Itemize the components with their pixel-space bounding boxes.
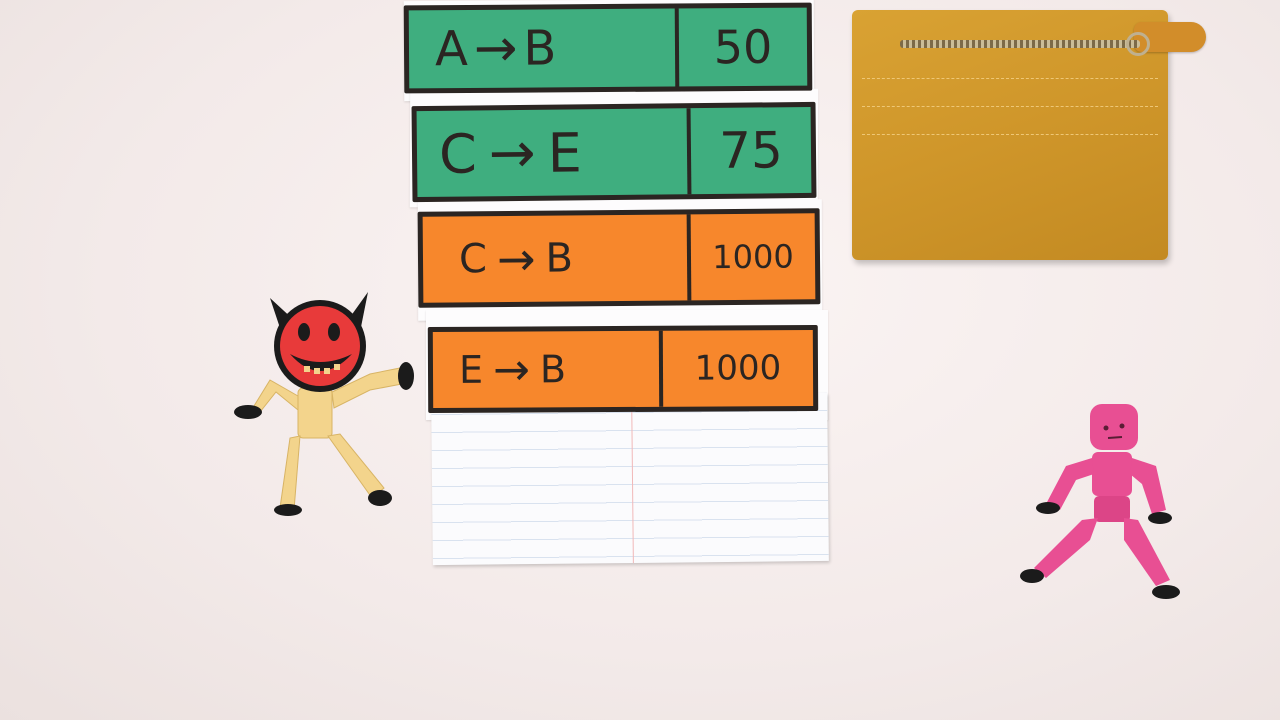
transaction-strip: C → B 1000 bbox=[417, 208, 821, 308]
transaction-amount: 1000 bbox=[712, 237, 794, 277]
transaction-strip: E → B 1000 bbox=[427, 324, 819, 414]
wallet bbox=[852, 10, 1206, 260]
route-arrow: → bbox=[488, 120, 536, 186]
index-card-stack bbox=[431, 392, 829, 566]
route-from: C bbox=[458, 236, 488, 283]
route-from: C bbox=[438, 121, 478, 186]
wallet-pocket-seam bbox=[862, 106, 1158, 107]
zipper bbox=[900, 40, 1140, 48]
devil-figure bbox=[230, 288, 420, 528]
pink-figure-drawing bbox=[1020, 404, 1180, 599]
route-arrow: → bbox=[496, 231, 536, 287]
transaction-route: E → B bbox=[432, 330, 664, 408]
scene: A → B 50 C → E 75 C → B 1000 E → B 1000 bbox=[0, 0, 1280, 720]
transaction-strip: C → E 75 bbox=[411, 101, 817, 203]
zipper-ring bbox=[1126, 32, 1150, 56]
route-arrow: → bbox=[492, 343, 531, 396]
transaction-strip: A → B 50 bbox=[403, 2, 813, 94]
transaction-route: A → B bbox=[408, 8, 680, 89]
route-to: E bbox=[547, 120, 583, 185]
wallet-pocket-seam bbox=[862, 134, 1158, 135]
card-margin-line bbox=[631, 394, 634, 563]
transaction-amount: 75 bbox=[718, 121, 784, 180]
route-arrow: → bbox=[473, 18, 518, 79]
transaction-amount: 50 bbox=[713, 19, 773, 75]
transaction-route: C → B bbox=[422, 214, 692, 303]
route-from: A bbox=[434, 20, 469, 78]
route-from: E bbox=[458, 347, 484, 392]
transaction-amount: 1000 bbox=[694, 348, 782, 389]
transaction-route: C → E bbox=[416, 108, 692, 198]
route-to: B bbox=[545, 235, 574, 282]
devil-figure-drawing bbox=[234, 292, 414, 516]
pink-figure bbox=[1006, 400, 1196, 610]
route-to: B bbox=[539, 347, 567, 392]
wallet-pocket-seam bbox=[862, 78, 1158, 79]
route-to: B bbox=[523, 20, 557, 77]
